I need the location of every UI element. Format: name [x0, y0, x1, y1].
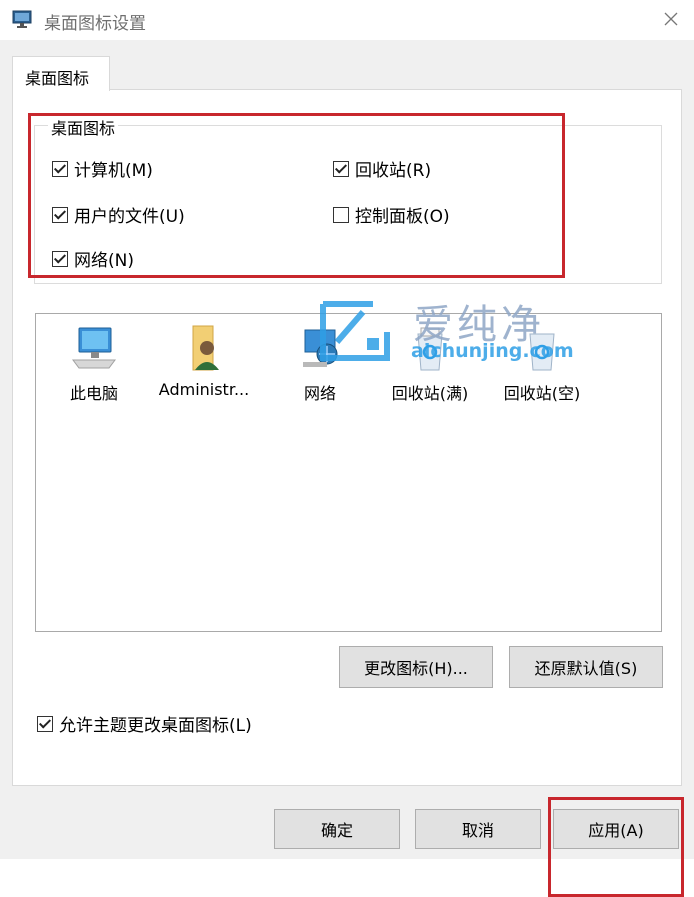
- checkbox-user-files[interactable]: 用户的文件(U): [52, 202, 185, 227]
- checkbox-label: 允许主题更改桌面图标(L): [59, 716, 252, 736]
- icon-label: 网络: [303, 384, 336, 403]
- tab-label: 桌面图标: [25, 69, 90, 88]
- checkbox-box[interactable]: [37, 715, 53, 732]
- icon-item-administrator[interactable]: Administr...: [154, 324, 254, 399]
- checkbox-recycle-bin[interactable]: 回收站(R): [333, 156, 431, 181]
- checkbox-label: 用户的文件(U): [74, 207, 185, 227]
- window-title: 桌面图标设置: [44, 14, 146, 34]
- checkbox-label: 网络(N): [74, 251, 134, 271]
- checkbox-computer[interactable]: 计算机(M): [52, 156, 153, 181]
- icon-item-recycle-empty[interactable]: 回收站(空): [492, 324, 592, 404]
- restore-default-button[interactable]: 还原默认值(S): [509, 646, 663, 688]
- checkbox-box[interactable]: [52, 206, 68, 223]
- icon-item-recycle-full[interactable]: 回收站(满): [380, 324, 480, 404]
- close-icon: [664, 12, 678, 26]
- checkbox-allow-theme[interactable]: 允许主题更改桌面图标(L): [37, 711, 252, 736]
- recycle-bin-empty-icon: [529, 333, 555, 371]
- icon-label: 此电脑: [69, 384, 118, 403]
- dialog-body: 桌面图标 桌面图标 计算机(M) 回收站(R) 用户的文件(U) 控制面板(O)…: [0, 40, 694, 897]
- ok-button[interactable]: 确定: [274, 809, 400, 849]
- checkbox-label: 回收站(R): [355, 161, 432, 181]
- recycle-bin-full-icon: [417, 327, 443, 371]
- checkbox-box[interactable]: [52, 250, 68, 267]
- tab-desktop-icons[interactable]: 桌面图标: [12, 56, 110, 91]
- close-button[interactable]: [656, 4, 686, 34]
- checkbox-label: 控制面板(O): [355, 207, 450, 227]
- checkbox-box[interactable]: [333, 160, 349, 177]
- checkbox-control-panel[interactable]: 控制面板(O): [333, 202, 450, 227]
- network-icon: [303, 329, 338, 367]
- icon-label: Administr...: [158, 380, 250, 399]
- cancel-button[interactable]: 取消: [415, 809, 541, 849]
- checkbox-box[interactable]: [333, 206, 349, 223]
- user-folder-icon: [192, 325, 219, 371]
- title-bar: 桌面图标设置: [0, 0, 694, 40]
- icon-item-this-pc[interactable]: 此电脑: [44, 324, 144, 404]
- icon-label: 回收站(空): [503, 384, 581, 403]
- change-icon-button[interactable]: 更改图标(H)...: [339, 646, 493, 688]
- checkbox-box[interactable]: [52, 160, 68, 177]
- icon-label: 回收站(满): [391, 384, 469, 403]
- monitor-icon: [72, 327, 116, 369]
- icon-item-network[interactable]: 网络: [270, 324, 370, 404]
- checkbox-label: 计算机(M): [74, 161, 153, 181]
- desktop-settings-icon: [12, 10, 32, 28]
- group-title: 桌面图标: [48, 115, 119, 139]
- icon-list[interactable]: 此电脑 Administr... 网络 回收站(满) 回收站(空): [35, 313, 662, 632]
- checkbox-network[interactable]: 网络(N): [52, 246, 134, 271]
- apply-button[interactable]: 应用(A): [553, 809, 679, 849]
